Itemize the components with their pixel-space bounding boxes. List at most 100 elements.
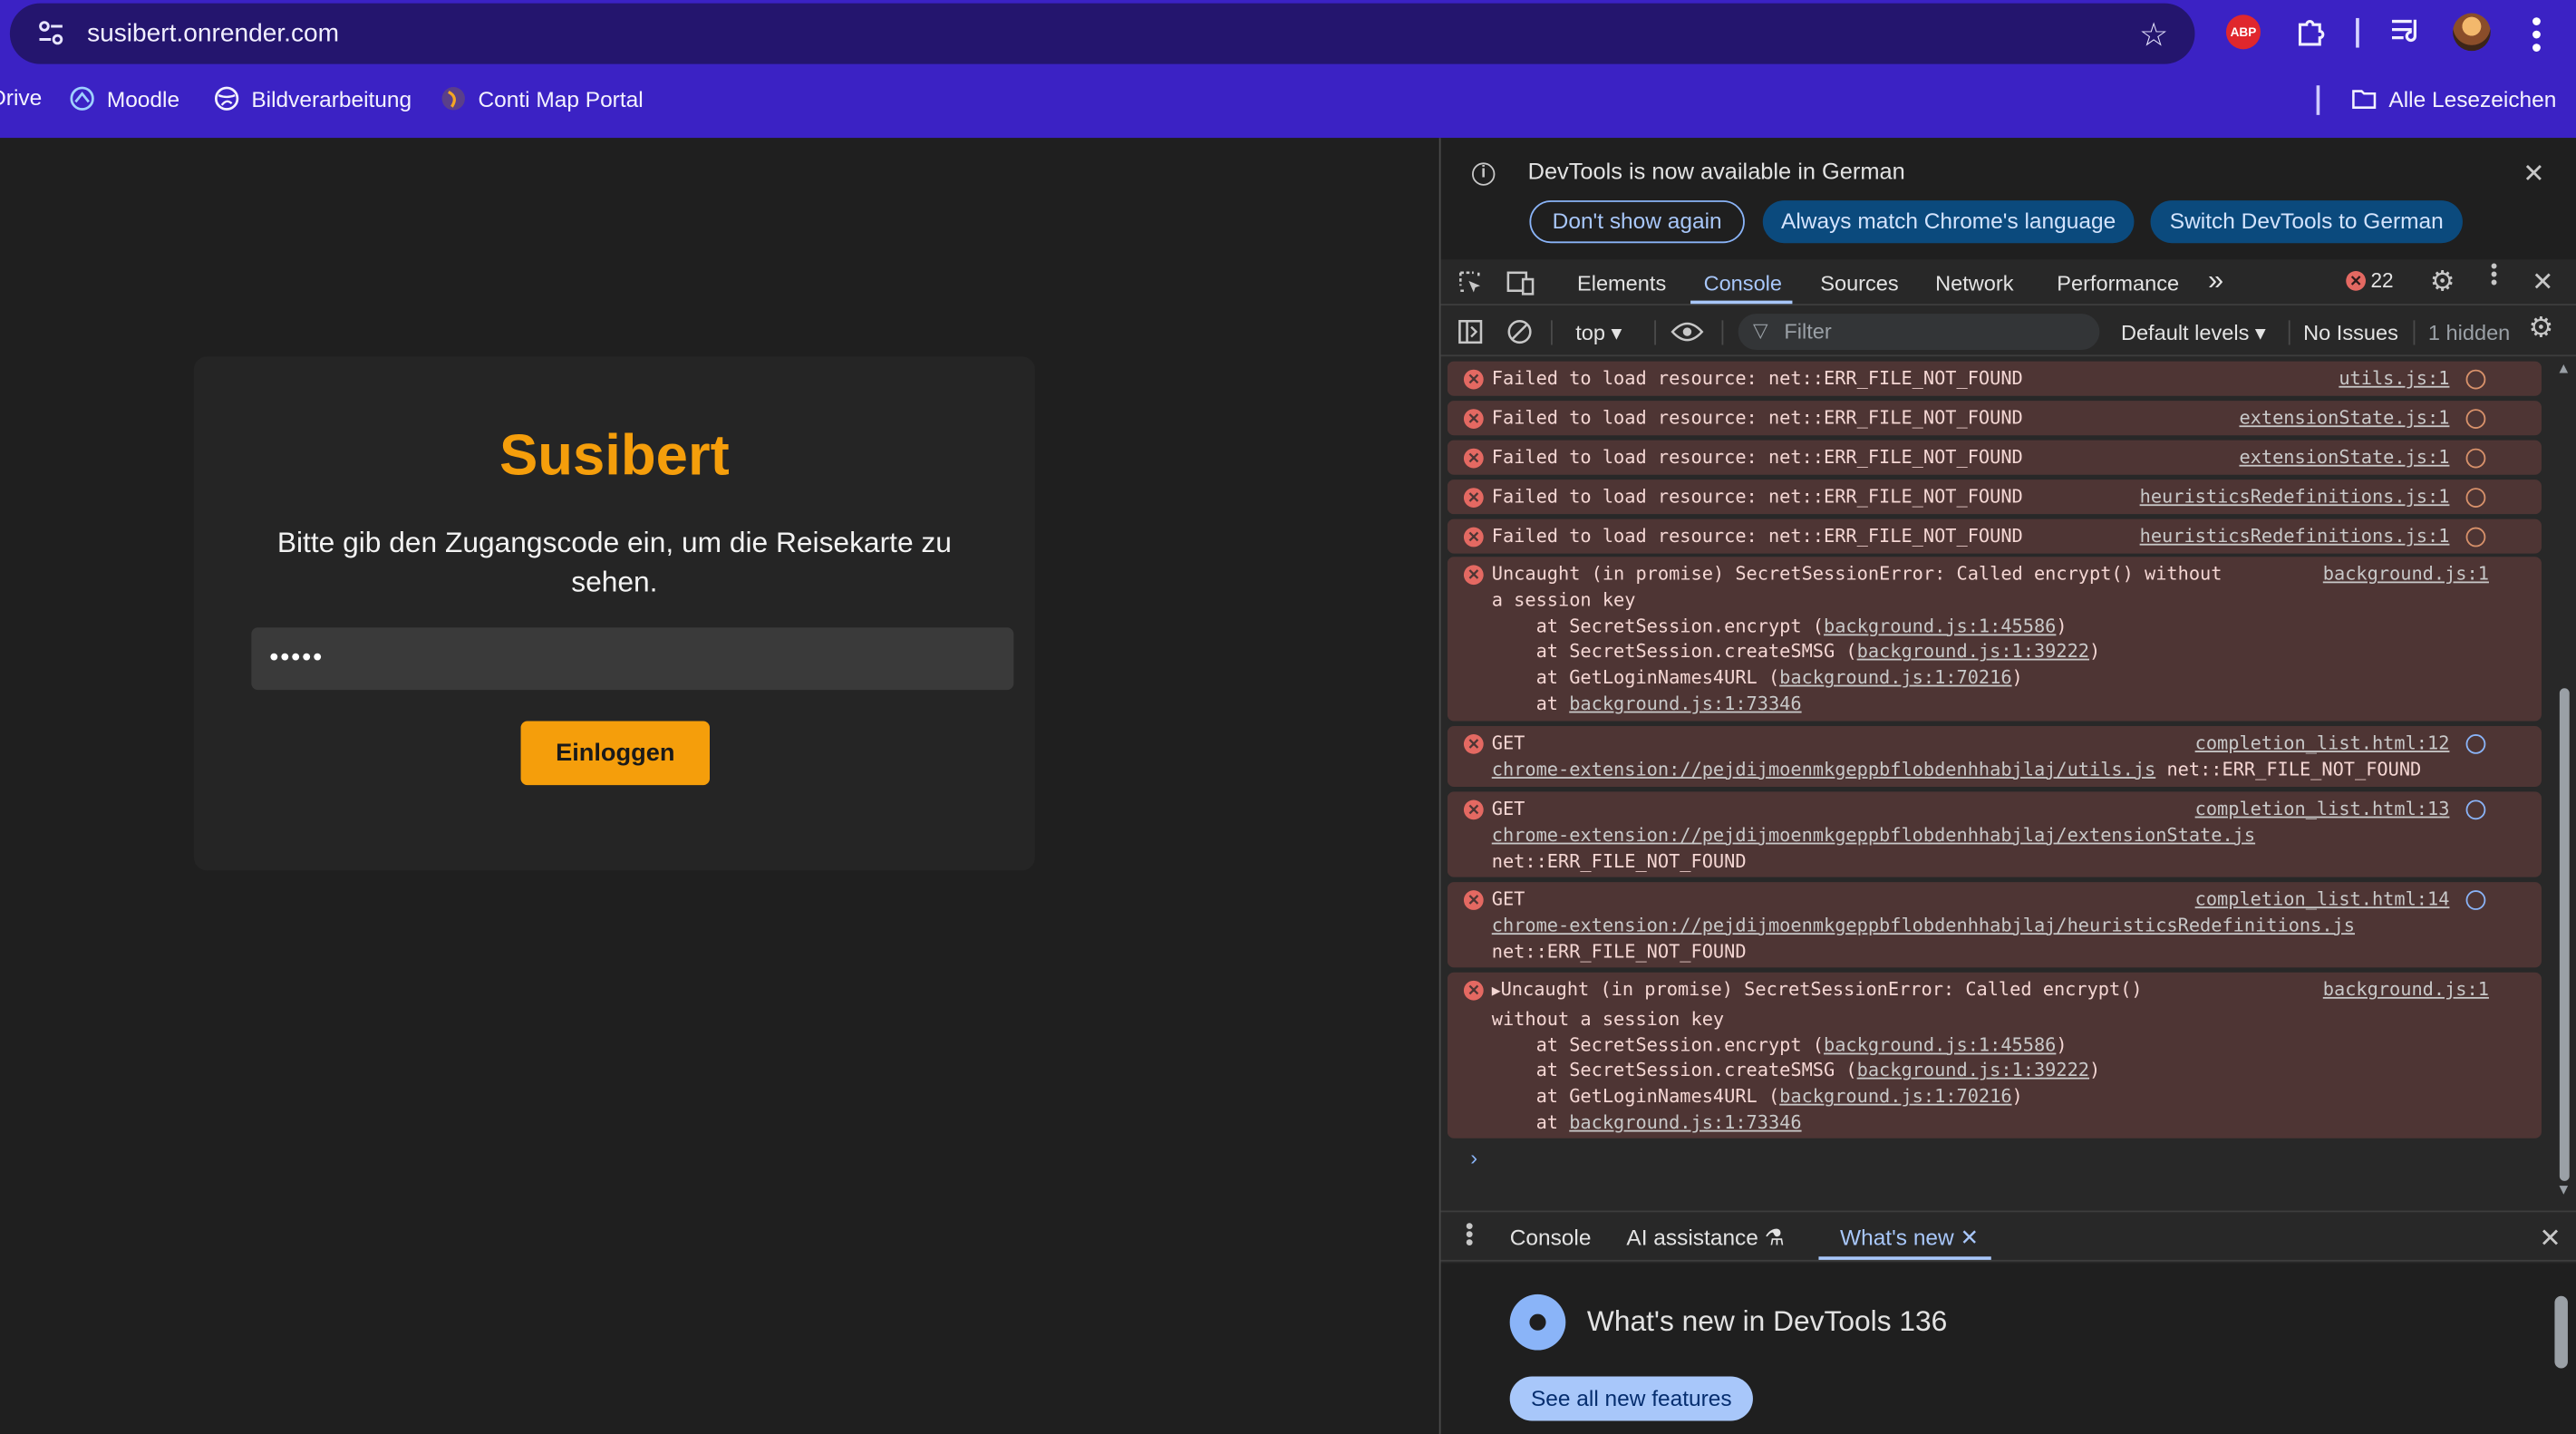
- scroll-thumb[interactable]: [2559, 688, 2570, 1181]
- console-prompt-chevron-icon[interactable]: ›: [1470, 1145, 1477, 1169]
- source-link[interactable]: extensionState.js:1: [2239, 406, 2449, 432]
- close-tab-icon[interactable]: ✕: [1961, 1226, 1980, 1250]
- filter-input[interactable]: ▽ Filter: [1738, 314, 2100, 350]
- whats-new-scrollbar[interactable]: [2554, 1295, 2568, 1369]
- error-counter[interactable]: ✕ 22: [2346, 269, 2394, 293]
- drawer-tab-ai-assistance[interactable]: AI assistance ⚗: [1626, 1226, 1784, 1252]
- source-link[interactable]: completion_list.html:12: [2195, 731, 2450, 757]
- devtools-panel: i DevTools is now available in German ✕ …: [1438, 138, 2576, 1434]
- bookmarks-bar: Drive Moodle Bildverarbeitung Conti Map …: [0, 75, 2576, 124]
- error-count-text: 22: [2370, 269, 2394, 293]
- bookmark-star-icon[interactable]: ☆: [2139, 15, 2169, 55]
- drawer-tab-whats-new[interactable]: What's new ✕: [1840, 1226, 1979, 1252]
- sidebar-toggle-icon[interactable]: [1457, 319, 1484, 345]
- drawer-menu-icon[interactable]: • • •: [1466, 1214, 1476, 1253]
- context-selector[interactable]: top ▾: [1575, 320, 1622, 346]
- source-link[interactable]: background.js:1: [2323, 562, 2489, 588]
- extensions-puzzle-icon[interactable]: [2293, 15, 2326, 47]
- site-settings-icon[interactable]: [36, 18, 66, 48]
- message-text: GET chrome-extension://pejdijmoenmkgeppbf…: [1492, 797, 2255, 875]
- source-link[interactable]: heuristicsRedefinitions.js:1: [2140, 485, 2450, 511]
- network-request-icon[interactable]: [2465, 369, 2486, 390]
- more-tabs-icon[interactable]: »: [2208, 265, 2223, 297]
- dont-show-again-button[interactable]: Don't show again: [1529, 200, 1745, 244]
- request-method: GET: [1491, 732, 1525, 754]
- stack-link[interactable]: background.js:1:45586: [1824, 615, 2056, 637]
- stack-link[interactable]: background.js:1:39222: [1857, 1061, 2089, 1082]
- issues-button[interactable]: No Issues: [2303, 320, 2398, 344]
- console-error-message: ✕ Failed to load resource: net::ERR_FILE…: [1447, 480, 2542, 515]
- network-request-icon[interactable]: [2465, 448, 2486, 469]
- chrome-logo-icon: [1509, 1294, 1566, 1351]
- bookmark-drive[interactable]: Drive: [0, 85, 42, 110]
- url-text[interactable]: susibert.onrender.com: [87, 20, 339, 50]
- adblock-plus-icon[interactable]: ABP: [2225, 15, 2261, 50]
- login-button[interactable]: Einloggen: [520, 721, 710, 786]
- media-controls-icon[interactable]: [2390, 16, 2423, 46]
- network-request-icon[interactable]: [2465, 527, 2486, 547]
- network-request-icon[interactable]: [2465, 799, 2486, 820]
- profile-avatar[interactable]: [2453, 13, 2491, 52]
- network-request-icon[interactable]: [2465, 488, 2486, 508]
- close-drawer-icon[interactable]: ✕: [2539, 1222, 2561, 1255]
- settings-gear-icon[interactable]: ⚙: [2430, 266, 2455, 299]
- address-bar[interactable]: susibert.onrender.com ☆: [9, 3, 2195, 64]
- tab-elements[interactable]: Elements: [1577, 271, 1666, 296]
- stack-frame: at GetLoginNames4URL (background.js:1:70…: [1491, 667, 2023, 689]
- log-levels-dropdown[interactable]: Default levels ▾: [2121, 320, 2266, 346]
- switch-to-german-button[interactable]: Switch DevTools to German: [2150, 200, 2463, 244]
- always-match-language-button[interactable]: Always match Chrome's language: [1762, 200, 2135, 244]
- source-link[interactable]: completion_list.html:14: [2195, 887, 2450, 914]
- tab-network[interactable]: Network: [1935, 271, 2013, 296]
- scroll-down-icon[interactable]: ▼: [2556, 1181, 2571, 1197]
- source-link[interactable]: completion_list.html:13: [2195, 797, 2450, 823]
- stack-link[interactable]: background.js:1:73346: [1569, 1112, 1801, 1134]
- close-icon[interactable]: ✕: [2523, 158, 2544, 190]
- source-link[interactable]: background.js:1: [2323, 977, 2489, 1003]
- bookmark-bildverarbeitung[interactable]: Bildverarbeitung: [214, 85, 412, 111]
- drawer-tabbar: • • • Console AI assistance ⚗ What's new ✕…: [1440, 1210, 2576, 1262]
- all-bookmarks-label: Alle Lesezeichen: [2388, 86, 2557, 111]
- tab-console[interactable]: Console: [1704, 271, 1782, 296]
- uncaught-error-message: ✕ ▶Uncaught (in promise) SecretSessionEr…: [1447, 972, 2542, 1138]
- network-request-icon[interactable]: [2465, 409, 2486, 429]
- close-devtools-icon[interactable]: ✕: [2532, 266, 2553, 299]
- chrome-menu-icon[interactable]: • • •: [2527, 6, 2547, 63]
- message-text: Failed to load resource: net::ERR_FILE_N…: [1491, 525, 2023, 547]
- network-request-icon[interactable]: [2465, 890, 2486, 910]
- stack-link[interactable]: background.js:1:39222: [1857, 641, 2089, 663]
- stack-frame: at SecretSession.createSMSG (background.…: [1491, 641, 2101, 663]
- access-code-input[interactable]: [251, 627, 1014, 691]
- request-url-link[interactable]: chrome-extension://pejdijmoenmkgeppbflob…: [1492, 915, 2355, 936]
- browser-toolbar: susibert.onrender.com ☆ ABP ••• Drive Mo…: [0, 0, 2576, 139]
- network-request-icon[interactable]: [2465, 734, 2486, 754]
- bookmark-moodle[interactable]: Moodle: [69, 85, 179, 111]
- stack-link[interactable]: background.js:1:70216: [1779, 667, 2011, 689]
- see-all-features-button[interactable]: See all new features: [1509, 1376, 1753, 1421]
- request-method: GET: [1491, 888, 1525, 910]
- console-settings-gear-icon[interactable]: ⚙: [2528, 312, 2553, 344]
- stack-link[interactable]: background.js:1:70216: [1779, 1086, 2011, 1108]
- stack-link[interactable]: background.js:1:73346: [1569, 693, 1801, 715]
- bookmark-conti-map-portal[interactable]: Conti Map Portal: [441, 85, 644, 111]
- request-url-link[interactable]: chrome-extension://pejdijmoenmkgeppbflob…: [1492, 759, 2156, 780]
- console-messages: ✕ Failed to load resource: net::ERR_FILE…: [1447, 360, 2548, 1204]
- inspect-element-icon[interactable]: [1457, 269, 1484, 296]
- live-expression-eye-icon[interactable]: [1671, 320, 1704, 343]
- tab-performance[interactable]: Performance: [2057, 271, 2179, 296]
- bookmarks-divider: [2316, 85, 2320, 115]
- stack-link[interactable]: background.js:1:45586: [1824, 1034, 2056, 1056]
- source-link[interactable]: utils.js:1: [2339, 366, 2449, 392]
- error-icon: ✕: [1463, 369, 1484, 390]
- source-link[interactable]: heuristicsRedefinitions.js:1: [2140, 524, 2450, 550]
- request-url-link[interactable]: chrome-extension://pejdijmoenmkgeppbflob…: [1492, 824, 2255, 846]
- drawer-tab-console[interactable]: Console: [1510, 1226, 1592, 1250]
- all-bookmarks-folder[interactable]: Alle Lesezeichen: [2351, 85, 2557, 111]
- scroll-up-icon[interactable]: ▲: [2556, 360, 2571, 376]
- source-link[interactable]: extensionState.js:1: [2239, 445, 2449, 471]
- tab-sources[interactable]: Sources: [1820, 271, 1898, 296]
- devtools-menu-icon[interactable]: • • •: [2491, 257, 2498, 293]
- console-scrollbar[interactable]: ▲ ▼: [2552, 360, 2574, 1207]
- clear-console-icon[interactable]: [1506, 319, 1533, 345]
- device-toolbar-icon[interactable]: [1506, 269, 1536, 296]
